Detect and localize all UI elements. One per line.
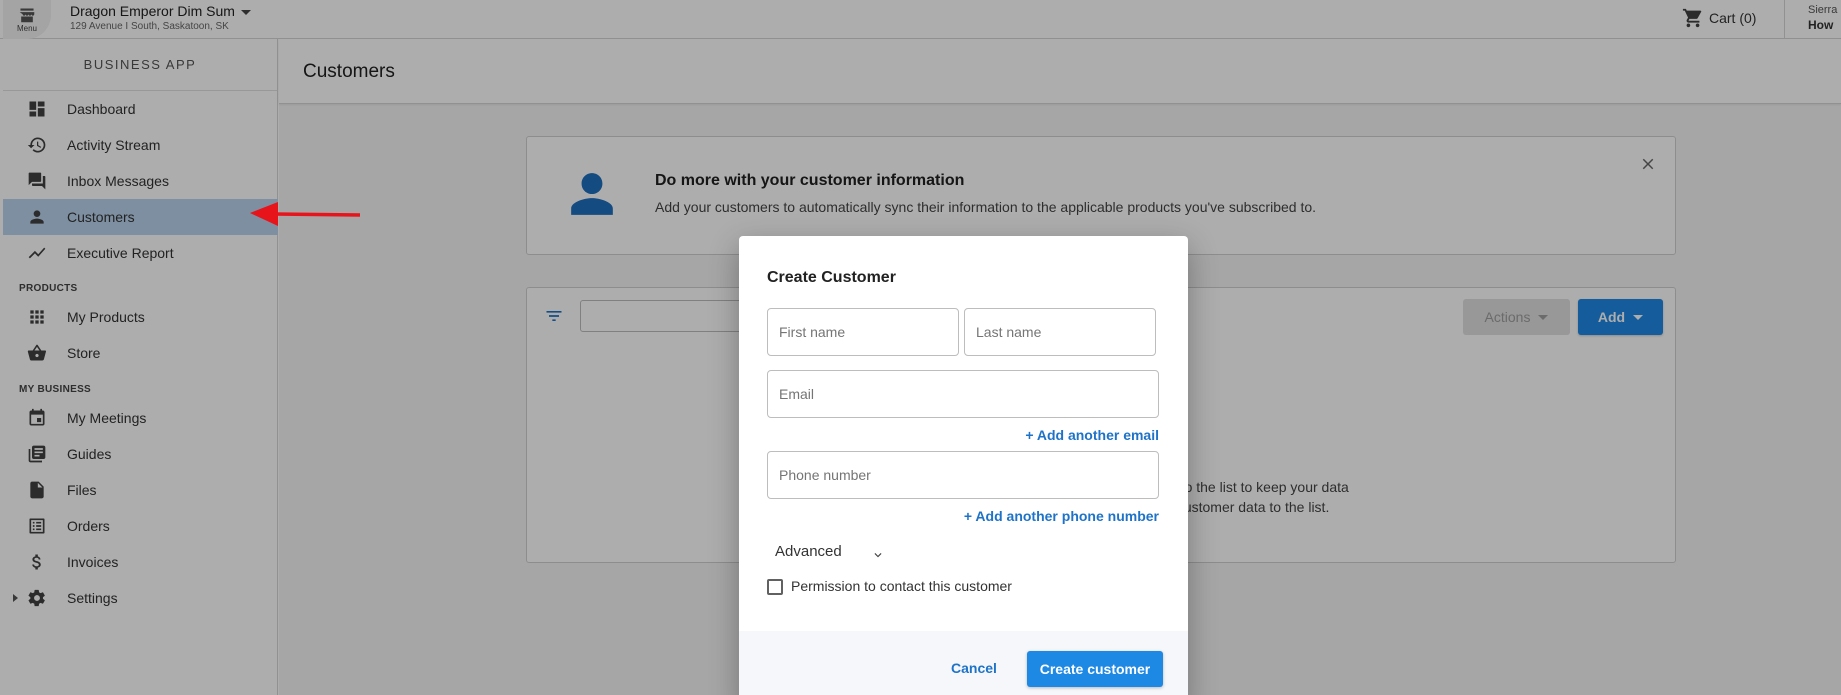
phone-number-field[interactable] (767, 451, 1159, 499)
annotation-arrow-icon (250, 202, 361, 226)
add-another-phone-link[interactable]: + Add another phone number (964, 508, 1159, 524)
add-another-email-link[interactable]: + Add another email (1025, 427, 1159, 443)
create-customer-dialog: Create Customer + Add another email + Ad… (739, 236, 1188, 695)
permission-checkbox[interactable] (767, 579, 783, 595)
cancel-button[interactable]: Cancel (951, 660, 997, 676)
first-name-field[interactable] (767, 308, 959, 356)
permission-label: Permission to contact this customer (791, 578, 1012, 594)
create-customer-button[interactable]: Create customer (1027, 651, 1163, 687)
chevron-down-icon[interactable] (871, 548, 885, 562)
dialog-title: Create Customer (767, 269, 896, 286)
advanced-toggle[interactable]: Advanced (775, 543, 842, 560)
email-field[interactable] (767, 370, 1159, 418)
dialog-footer: Cancel Create customer (739, 631, 1188, 695)
last-name-field[interactable] (964, 308, 1156, 356)
